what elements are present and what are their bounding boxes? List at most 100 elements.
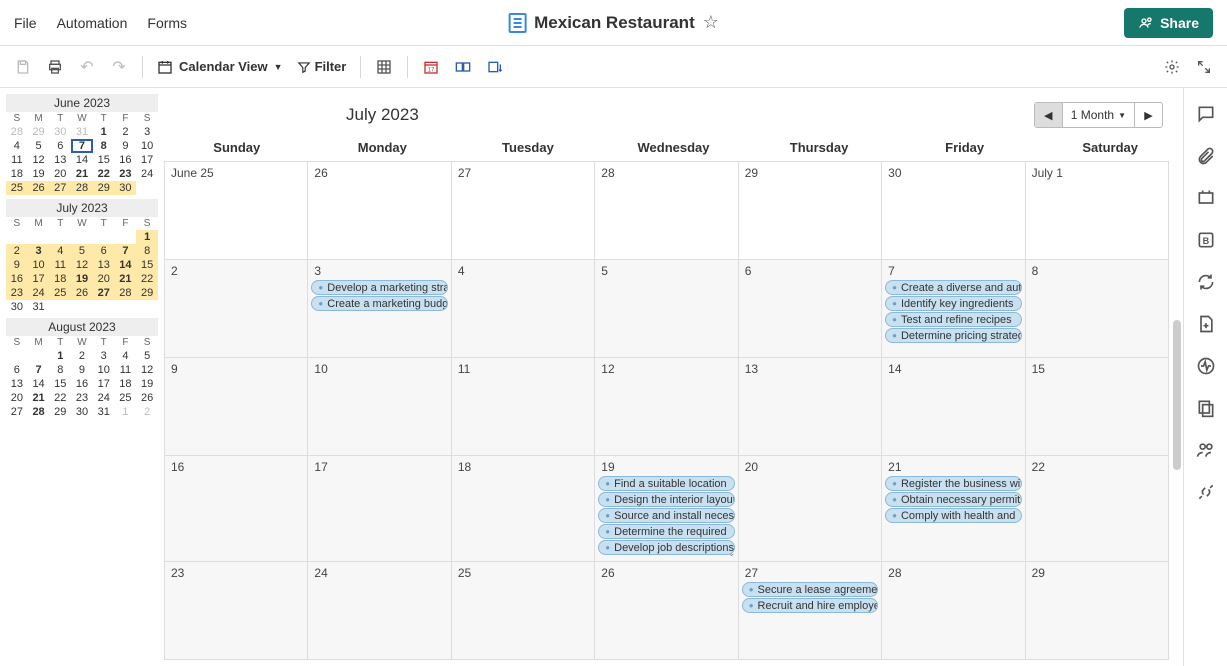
menu-file[interactable]: File xyxy=(14,15,37,31)
mini-day[interactable]: 19 xyxy=(71,272,93,286)
add-file-icon[interactable] xyxy=(1196,314,1216,334)
connect-icon[interactable] xyxy=(1196,482,1216,502)
mini-day[interactable]: 18 xyxy=(115,377,137,391)
mini-day[interactable]: 11 xyxy=(49,258,71,272)
mini-day[interactable]: 28 xyxy=(6,125,28,139)
menu-automation[interactable]: Automation xyxy=(57,15,128,31)
mini-day[interactable]: 21 xyxy=(71,167,93,181)
calendar-event[interactable]: Design the interior layout xyxy=(598,492,734,507)
calendar-cell[interactable]: 14 xyxy=(882,358,1025,456)
mini-day[interactable]: 30 xyxy=(49,125,71,139)
calendar-cell[interactable]: 15 xyxy=(1026,358,1169,456)
mini-day[interactable]: 28 xyxy=(71,181,93,195)
mini-day[interactable]: 14 xyxy=(28,377,50,391)
mini-day[interactable]: 20 xyxy=(93,272,115,286)
mini-day[interactable]: 6 xyxy=(49,139,71,153)
mini-day[interactable]: 10 xyxy=(93,363,115,377)
calendar-event[interactable]: Comply with health and xyxy=(885,508,1021,523)
mini-day[interactable]: 9 xyxy=(6,258,28,272)
mini-day[interactable]: 23 xyxy=(115,167,137,181)
mini-day[interactable]: 25 xyxy=(115,391,137,405)
undo-icon[interactable]: ↶ xyxy=(78,58,96,76)
mini-day[interactable]: 1 xyxy=(115,405,137,419)
calendar-cell[interactable]: 23 xyxy=(165,562,308,660)
calendar-event[interactable]: Recruit and hire employees xyxy=(742,598,878,613)
range-select[interactable]: 1 Month▼ xyxy=(1063,103,1134,127)
calendar-cell[interactable]: 10 xyxy=(308,358,451,456)
view-selector[interactable]: Calendar View ▼ xyxy=(157,59,283,75)
mini-day[interactable]: 21 xyxy=(115,272,137,286)
calendar-event[interactable]: Secure a lease agreement xyxy=(742,582,878,597)
calendar-cell[interactable]: 8 xyxy=(1026,260,1169,358)
mini-day[interactable]: 24 xyxy=(28,286,50,300)
mini-day[interactable]: 13 xyxy=(49,153,71,167)
comments-icon[interactable] xyxy=(1196,104,1216,124)
calendar-event[interactable]: Test and refine recipes xyxy=(885,312,1021,327)
calendar-event[interactable]: Create a diverse and authentic xyxy=(885,280,1021,295)
mini-day[interactable]: 15 xyxy=(136,258,158,272)
gear-icon[interactable] xyxy=(1163,58,1181,76)
mini-day[interactable]: 5 xyxy=(136,349,158,363)
mini-day[interactable]: 20 xyxy=(49,167,71,181)
mini-day[interactable]: 25 xyxy=(6,181,28,195)
today-icon[interactable]: 17 xyxy=(422,58,440,76)
calendar-event[interactable]: Obtain necessary permits xyxy=(885,492,1021,507)
refresh-icon[interactable] xyxy=(1196,272,1216,292)
calendar-cell[interactable]: 19Find a suitable locationDesign the int… xyxy=(595,456,738,562)
calendar-cell[interactable]: 26 xyxy=(308,162,451,260)
mini-day[interactable]: 29 xyxy=(136,286,158,300)
mini-day[interactable]: 19 xyxy=(28,167,50,181)
mini-day[interactable]: 27 xyxy=(6,405,28,419)
mini-day[interactable]: 21 xyxy=(28,391,50,405)
share-button[interactable]: Share xyxy=(1124,8,1213,38)
mini-day[interactable]: 11 xyxy=(6,153,28,167)
mini-day[interactable]: 31 xyxy=(93,405,115,419)
mini-day[interactable]: 19 xyxy=(136,377,158,391)
star-icon[interactable]: ☆ xyxy=(703,12,719,33)
mini-day[interactable]: 30 xyxy=(115,181,137,195)
attachments-icon[interactable] xyxy=(1196,146,1216,166)
mini-day[interactable]: 27 xyxy=(93,286,115,300)
calendar-cell[interactable]: 28 xyxy=(882,562,1025,660)
mini-day[interactable]: 24 xyxy=(136,167,158,181)
people-icon[interactable] xyxy=(1196,440,1216,460)
mini-day[interactable]: 13 xyxy=(6,377,28,391)
mini-day[interactable]: 2 xyxy=(115,125,137,139)
mini-day[interactable]: 22 xyxy=(93,167,115,181)
mini-day[interactable]: 3 xyxy=(136,125,158,139)
mini-day[interactable]: 15 xyxy=(93,153,115,167)
calendar-grid[interactable]: June 252627282930July 123Develop a marke… xyxy=(164,161,1169,660)
mini-day[interactable]: 10 xyxy=(136,139,158,153)
mini-day[interactable]: 7 xyxy=(28,363,50,377)
calendar-cell[interactable]: 26 xyxy=(595,562,738,660)
mini-day[interactable]: 1 xyxy=(49,349,71,363)
mini-day[interactable]: 25 xyxy=(49,286,71,300)
mini-day[interactable]: 9 xyxy=(71,363,93,377)
mini-day[interactable]: 3 xyxy=(28,244,50,258)
mini-day[interactable]: 7 xyxy=(115,244,137,258)
brand-icon[interactable]: B xyxy=(1196,230,1216,250)
calendar-cell[interactable]: 9 xyxy=(165,358,308,456)
calendar-cell[interactable]: 3Develop a marketing strategyCreate a ma… xyxy=(308,260,451,358)
mini-day[interactable]: 28 xyxy=(28,405,50,419)
calendar-event[interactable]: Determine the required xyxy=(598,524,734,539)
mini-day[interactable]: 2 xyxy=(136,405,158,419)
two-calendars-icon[interactable] xyxy=(454,58,472,76)
calendar-event[interactable]: Register the business with xyxy=(885,476,1021,491)
mini-day[interactable]: 1 xyxy=(136,230,158,244)
mini-day[interactable]: 23 xyxy=(6,286,28,300)
mini-day[interactable]: 12 xyxy=(71,258,93,272)
mini-day[interactable]: 14 xyxy=(115,258,137,272)
calendar-cell[interactable]: 21Register the business withObtain neces… xyxy=(882,456,1025,562)
sort-calendar-icon[interactable] xyxy=(486,58,504,76)
proofs-icon[interactable] xyxy=(1196,188,1216,208)
calendar-cell[interactable]: 11 xyxy=(452,358,595,456)
calendar-cell[interactable]: 29 xyxy=(739,162,882,260)
mini-day[interactable]: 28 xyxy=(115,286,137,300)
calendar-cell[interactable]: June 25 xyxy=(165,162,308,260)
calendar-cell[interactable]: 4 xyxy=(452,260,595,358)
scrollbar-thumb[interactable] xyxy=(1173,320,1181,470)
calendar-cell[interactable]: 27 xyxy=(452,162,595,260)
calendar-cell[interactable]: 24 xyxy=(308,562,451,660)
mini-day[interactable]: 5 xyxy=(71,244,93,258)
